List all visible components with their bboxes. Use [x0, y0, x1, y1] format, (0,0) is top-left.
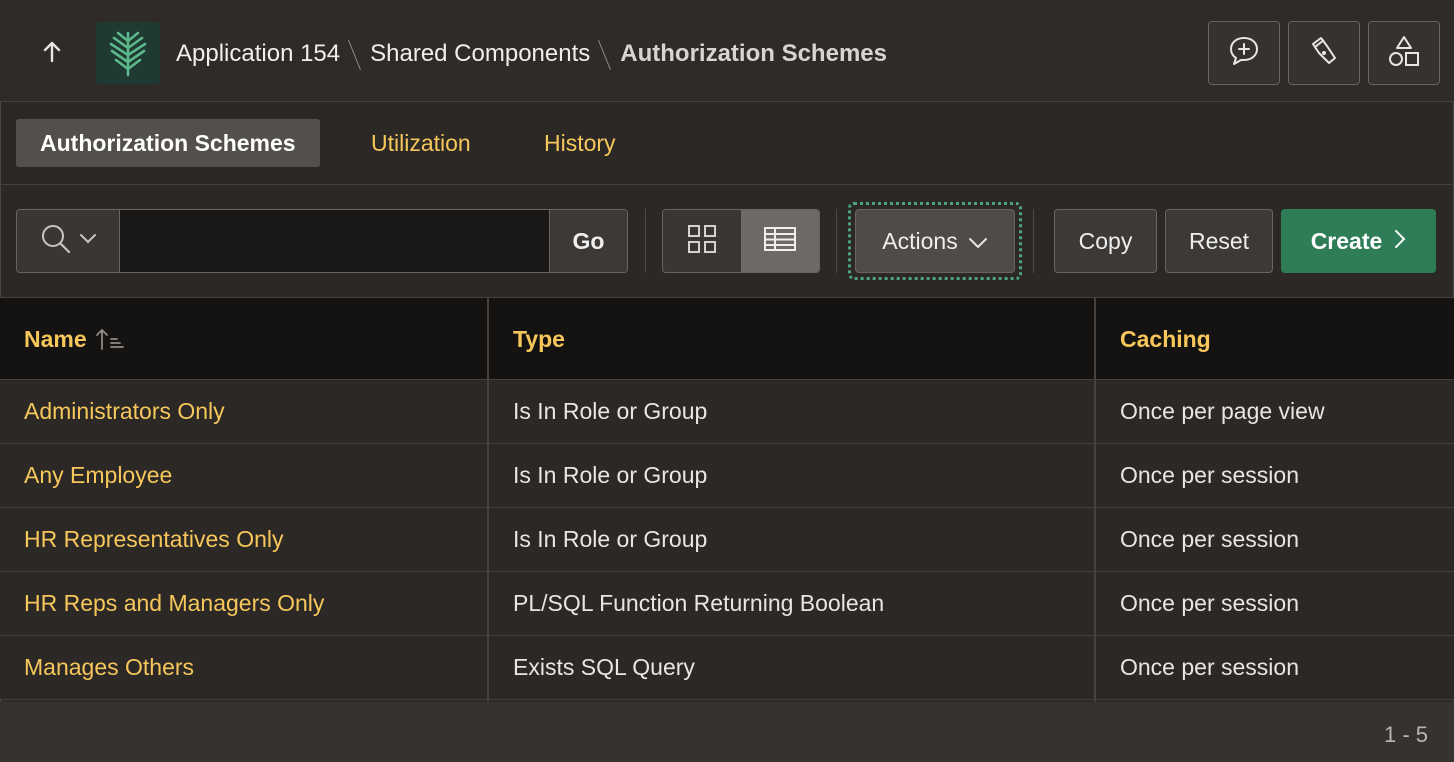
table-row: Any Employee Is In Role or Group Once per …	[0, 444, 1454, 508]
view-switcher	[662, 209, 820, 273]
tab-bar: Authorization Schemes Utilization Histor…	[0, 102, 1454, 185]
flashlight-icon	[1307, 34, 1341, 73]
table-body: Administrators Only Is In Role or Group On…	[0, 380, 1454, 700]
column-divider	[1094, 298, 1096, 702]
shapes-icon	[1386, 34, 1422, 73]
table-row: HR Reps and Managers Only PL/SQL Function…	[0, 572, 1454, 636]
icon-view-button[interactable]	[663, 210, 741, 272]
column-header-caching[interactable]: Caching	[1096, 298, 1454, 380]
page-header: Application 154 Shared Components Author…	[0, 0, 1454, 102]
sort-ascending-icon	[95, 327, 125, 351]
cell-name[interactable]: HR Representatives Only	[0, 508, 284, 571]
cell-name[interactable]: Manages Others	[0, 636, 194, 699]
search-icon	[39, 222, 73, 261]
breadcrumb-shared-components[interactable]: Shared Components	[370, 40, 590, 68]
column-divider	[487, 298, 489, 702]
reset-button[interactable]: Reset	[1165, 209, 1273, 273]
developer-tools-button[interactable]	[1288, 21, 1360, 85]
up-arrow-icon[interactable]	[36, 36, 68, 68]
search-bar: Go	[16, 209, 628, 273]
shared-components-button[interactable]	[1368, 21, 1440, 85]
search-column-menu-button[interactable]	[17, 210, 120, 272]
breadcrumb: Application 154 Shared Components Author…	[176, 38, 887, 70]
cell-type: Is In Role or Group	[513, 398, 708, 424]
table-row: Administrators Only Is In Role or Group On…	[0, 380, 1454, 444]
breadcrumb-separator	[340, 38, 370, 70]
create-label: Create	[1310, 227, 1383, 254]
cell-caching: Once per session	[1120, 590, 1299, 616]
report-toolbar: Go Actions Copy Reset Create	[0, 185, 1454, 298]
cell-type: Is In Role or Group	[513, 526, 708, 552]
breadcrumb-current-page: Authorization Schemes	[620, 40, 887, 67]
copy-button[interactable]: Copy	[1054, 209, 1157, 273]
column-header-name[interactable]: Name	[0, 298, 488, 380]
table-row: HR Representatives Only Is In Role or Gro…	[0, 508, 1454, 572]
cell-caching: Once per page view	[1120, 398, 1325, 424]
pagination-range: 1 - 5	[1383, 722, 1428, 747]
tab-utilization[interactable]: Utilization	[347, 119, 495, 167]
cell-name[interactable]: Administrators Only	[0, 380, 225, 443]
grid-icon	[687, 224, 717, 259]
feedback-button[interactable]	[1208, 21, 1280, 85]
app-logo-icon	[96, 22, 160, 84]
breadcrumb-application[interactable]: Application 154	[176, 40, 340, 68]
toolbar-divider	[645, 209, 646, 273]
tab-history[interactable]: History	[520, 119, 640, 167]
search-input[interactable]	[120, 210, 549, 272]
actions-label: Actions	[882, 227, 958, 254]
cell-caching: Once per session	[1120, 526, 1299, 552]
create-button[interactable]: Create	[1281, 209, 1436, 273]
chevron-down-icon	[968, 228, 988, 255]
table-icon	[763, 225, 797, 258]
go-button[interactable]: Go	[549, 210, 627, 272]
chevron-right-icon	[1394, 228, 1406, 255]
table-row: Manages Others Exists SQL Query Once per s…	[0, 636, 1454, 700]
cell-type: PL/SQL Function Returning Boolean	[513, 590, 885, 616]
report-footer: 1 - 5	[0, 702, 1454, 762]
chevron-down-icon	[79, 232, 97, 250]
toolbar-divider	[836, 209, 837, 273]
column-header-type[interactable]: Type	[489, 298, 1095, 380]
tab-authorization-schemes[interactable]: Authorization Schemes	[16, 119, 320, 167]
breadcrumb-separator	[590, 38, 620, 70]
cell-name[interactable]: Any Employee	[0, 444, 172, 507]
toolbar-divider	[1033, 209, 1034, 273]
actions-focus-ring: Actions	[848, 202, 1022, 280]
actions-menu-button[interactable]: Actions	[855, 209, 1015, 273]
report-view-button[interactable]	[741, 210, 819, 272]
cell-name[interactable]: HR Reps and Managers Only	[0, 572, 324, 635]
cell-caching: Once per session	[1120, 462, 1299, 488]
cell-caching: Once per session	[1120, 654, 1299, 680]
cell-type: Is In Role or Group	[513, 462, 708, 488]
table-header: Name Type Caching	[0, 298, 1454, 380]
column-header-label: Name	[24, 325, 87, 352]
cell-type: Exists SQL Query	[513, 654, 695, 680]
authorization-schemes-report: Name Type Caching Administrators Only Is …	[0, 298, 1454, 702]
chat-plus-icon	[1227, 34, 1261, 73]
